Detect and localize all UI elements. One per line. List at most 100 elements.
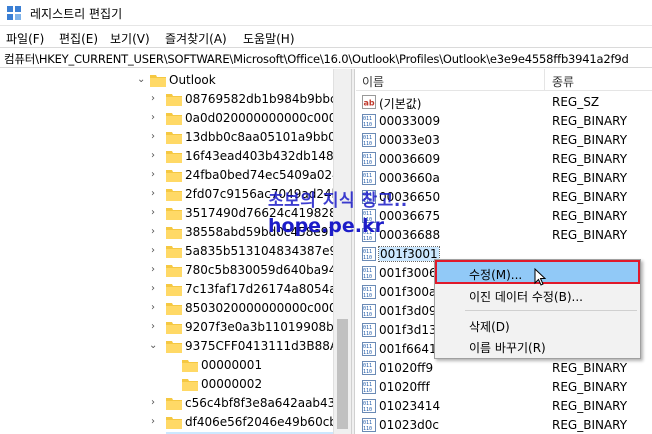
chevron-right-icon[interactable]: › (151, 112, 155, 123)
value-type: REG_BINARY (552, 380, 628, 394)
registry-value-row[interactable]: 011 110 00036609 REG_BINARY (356, 150, 652, 169)
chevron-right-icon[interactable]: › (151, 188, 155, 199)
chevron-right-icon[interactable]: › (151, 93, 155, 104)
menu-edit[interactable]: 편집(E) (57, 30, 100, 47)
address-path: 컴퓨터\HKEY_CURRENT_USER\SOFTWARE\Microsoft… (4, 52, 629, 66)
svg-text:110: 110 (363, 350, 372, 356)
value-type: REG_BINARY (552, 361, 628, 375)
tree-item-label: 9207f3e0a3b11019908b08 (185, 320, 349, 334)
value-name: 0003660a (379, 171, 440, 185)
registry-value-row[interactable]: 011 110 01020ff9 REG_BINARY (356, 359, 652, 378)
registry-value-row[interactable]: 011 110 00033009 REG_BINARY (356, 112, 652, 131)
registry-value-row[interactable]: 011 110 00036688 REG_BINARY (356, 226, 652, 245)
tree-item[interactable]: 00000002 (182, 375, 333, 394)
menu-item-delete[interactable]: 삭제(D) (437, 314, 638, 336)
chevron-down-icon[interactable]: ⌄ (149, 340, 157, 351)
svg-text:110: 110 (363, 274, 372, 280)
column-header-name[interactable]: 이름 (362, 73, 384, 90)
chevron-right-icon[interactable]: › (151, 169, 155, 180)
registry-value-row[interactable]: 011 110 01020fff REG_BINARY (356, 378, 652, 397)
folder-icon (182, 379, 198, 391)
tree-item[interactable]: 780c5b830059d640ba947 (166, 261, 344, 280)
tree-item[interactable]: 9207f3e0a3b11019908b08 (166, 318, 349, 337)
menu-item-label: 삭제(D) (469, 320, 510, 334)
tree-item[interactable]: 13dbb0c8aa05101a9bb000 (166, 128, 351, 147)
tree-item[interactable]: 7c13faf17d26174a8054a8 (166, 280, 344, 299)
chevron-right-icon[interactable]: › (151, 245, 155, 256)
registry-value-row[interactable]: 011 110 01023d0c REG_BINARY (356, 416, 652, 434)
address-bar[interactable]: 컴퓨터\HKEY_CURRENT_USER\SOFTWARE\Microsoft… (0, 47, 652, 68)
tree-item[interactable]: 9375CFF0413111d3B88A0 (166, 337, 346, 356)
chevron-right-icon[interactable]: › (151, 397, 155, 408)
chevron-right-icon[interactable]: › (151, 283, 155, 294)
folder-icon (166, 227, 182, 239)
tree-item[interactable]: 0a0d020000000000c0000 (166, 109, 344, 128)
value-type: REG_BINARY (552, 228, 628, 242)
key-tree-pane[interactable]: ⌄ Outlook 08769582db1b984b9bbc1 › 0a0d0200… (0, 69, 351, 434)
column-divider[interactable] (544, 69, 545, 91)
chevron-right-icon[interactable]: › (151, 302, 155, 313)
values-list-pane[interactable]: 이름 종류 ab (기본값) REG_SZ 011 110 00033009 REG_BIN… (356, 69, 652, 434)
menu-item-label: 이진 데이터 수정(B)... (469, 290, 583, 304)
list-header: 이름 종류 (356, 69, 652, 91)
value-name: 01020ff9 (379, 361, 434, 375)
watermark-url: hope.pe.kr (268, 215, 384, 237)
value-name: 00036675 (379, 209, 441, 223)
menu-item-rename[interactable]: 이름 바꾸기(R) (437, 335, 638, 357)
registry-value-row[interactable]: 011 110 01023414 REG_BINARY (356, 397, 652, 416)
tree-item[interactable]: 00000001 (182, 356, 333, 375)
value-name: 01023414 (379, 399, 441, 413)
binary-value-icon: 011110 (362, 304, 376, 318)
chevron-right-icon[interactable]: › (151, 321, 155, 332)
scrollbar-thumb[interactable] (337, 319, 348, 429)
pane-splitter[interactable] (351, 69, 355, 434)
binary-value-icon: 011110 (362, 380, 376, 394)
folder-icon (166, 208, 182, 220)
value-name: 001f300a (379, 285, 437, 299)
svg-text:110: 110 (363, 426, 372, 432)
tree-item[interactable]: 08769582db1b984b9bbc1 (166, 90, 344, 109)
tree-item[interactable]: c56c4bf8f3e8a642aab4359 (166, 394, 351, 413)
tree-item[interactable]: 16f43ead403b432db1485f (166, 147, 346, 166)
chevron-right-icon[interactable]: › (151, 150, 155, 161)
chevron-down-icon[interactable]: ⌄ (137, 74, 145, 85)
folder-icon (166, 341, 182, 353)
chevron-right-icon[interactable]: › (151, 416, 155, 427)
menu-view[interactable]: 보기(V) (108, 30, 152, 47)
menu-help[interactable]: 도움말(H) (241, 30, 297, 47)
folder-icon (166, 265, 182, 277)
tree-item[interactable]: 5a835b513104834387e9c (166, 242, 344, 261)
tree-item-outlook-label[interactable]: Outlook (150, 71, 330, 90)
menu-favorites[interactable]: 즐겨찾기(A) (163, 30, 229, 47)
registry-value-row[interactable]: 011 110 00033e03 REG_BINARY (356, 131, 652, 150)
value-name: 001f3d09 (379, 304, 437, 318)
chevron-right-icon[interactable]: › (151, 207, 155, 218)
tree-item[interactable]: 8503020000000000c0000 (166, 299, 344, 318)
svg-text:110: 110 (363, 388, 372, 394)
chevron-right-icon[interactable]: › (151, 131, 155, 142)
value-name: 001f6641 (379, 342, 437, 356)
svg-text:ab: ab (364, 99, 375, 108)
watermark-text: 초보의 지식 창고.. (268, 191, 408, 211)
chevron-right-icon[interactable]: › (151, 264, 155, 275)
folder-icon (166, 246, 182, 258)
binary-value-icon: 011110 (362, 285, 376, 299)
tree-item-label: 9375CFF0413111d3B88A0 (185, 339, 346, 353)
string-value-icon: ab (362, 95, 376, 109)
registry-value-row[interactable]: ab (기본값) REG_SZ (356, 93, 652, 112)
value-name: 001f3006 (379, 266, 437, 280)
value-name: 00036688 (379, 228, 441, 242)
tree-item[interactable]: 24fba0bed74ec5409a0245 (166, 166, 347, 185)
tree-item-label: Outlook (169, 73, 216, 87)
menu-file[interactable]: 파일(F) (4, 30, 46, 47)
binary-value-icon: 011110 (362, 247, 376, 261)
tree-scrollbar[interactable] (333, 69, 351, 434)
folder-icon (166, 398, 182, 410)
column-header-type[interactable]: 종류 (552, 73, 574, 90)
tree-item[interactable]: df406e56f2046e49b60cbc (166, 413, 344, 432)
tree-item-label: df406e56f2046e49b60cbc (185, 415, 344, 429)
tree-item-label: 00000001 (201, 358, 263, 372)
chevron-right-icon[interactable]: › (151, 226, 155, 237)
binary-value-icon: 011110 (362, 266, 376, 280)
tree-item-label: c56c4bf8f3e8a642aab4359 (185, 396, 351, 410)
